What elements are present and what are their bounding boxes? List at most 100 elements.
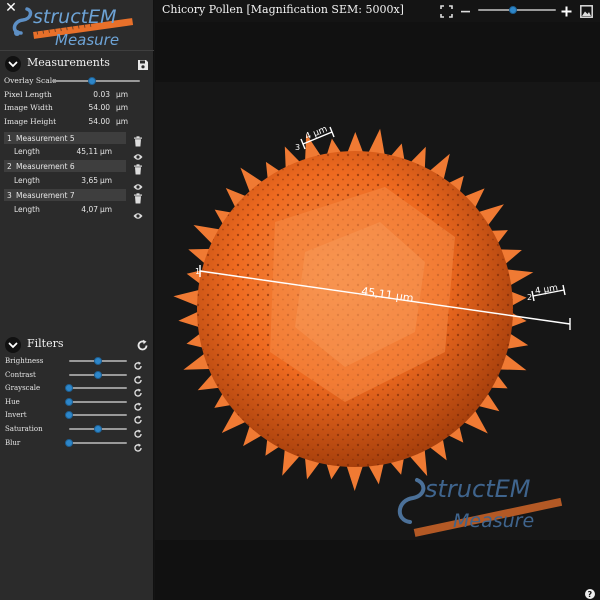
reset-filter-button[interactable] xyxy=(133,438,143,457)
image-button[interactable] xyxy=(580,3,593,22)
zoom-thumb[interactable] xyxy=(509,6,518,14)
watermark-top-text: structEM xyxy=(425,475,531,503)
length-value: 3,65 xyxy=(81,176,98,185)
length-value: 4,07 xyxy=(81,205,98,214)
measurement-top-index: 3 xyxy=(295,143,300,152)
length-unit: µm xyxy=(100,205,113,214)
save-icon xyxy=(138,60,148,70)
minus-icon xyxy=(461,10,470,13)
filter-slider-thumb[interactable] xyxy=(65,411,73,420)
filters-header: Filters xyxy=(0,334,154,356)
plus-icon xyxy=(561,6,572,17)
logo-bottom-text: Measure xyxy=(55,31,119,49)
filter-label: Contrast xyxy=(5,370,36,379)
filter-label: Brightness xyxy=(5,357,44,365)
measurements-title: Measurements xyxy=(27,56,110,69)
filter-slider-thumb[interactable] xyxy=(94,357,102,365)
filter-slider-thumb[interactable] xyxy=(65,397,73,406)
refresh-icon xyxy=(137,339,148,351)
filter-slider-thumb[interactable] xyxy=(94,370,102,379)
measurement-top-label: 4 µm xyxy=(304,124,329,142)
fullscreen-button[interactable] xyxy=(440,3,453,22)
filter-label: Grayscale xyxy=(5,384,41,393)
eye-icon xyxy=(133,213,143,219)
filter-label: Hue xyxy=(5,397,20,406)
fullscreen-icon xyxy=(440,5,453,18)
image-title: Chicory Pollen [Magnification SEM: 5000x… xyxy=(162,3,404,16)
image-width-row: Image Width 54.00 µm xyxy=(4,102,150,115)
filter-slider[interactable] xyxy=(65,409,127,421)
length-unit: µm xyxy=(100,176,113,185)
image-icon xyxy=(580,5,593,18)
measurement-name: Measurement 7 xyxy=(16,191,75,200)
measurement-item[interactable]: 1 Measurement 5 xyxy=(4,132,126,144)
filter-slider[interactable] xyxy=(65,382,127,394)
pixel-length-unit: µm xyxy=(116,90,129,99)
close-button[interactable]: ✕ xyxy=(4,1,18,15)
image-height-unit: µm xyxy=(116,117,129,126)
zoom-out-button[interactable] xyxy=(459,3,472,22)
reset-filters-button[interactable] xyxy=(136,337,149,356)
logo-top-text: structEM xyxy=(33,6,117,28)
filter-slider[interactable] xyxy=(65,437,127,449)
measurement-main-index: 1 xyxy=(195,267,200,276)
measurements-header: Measurements xyxy=(0,53,154,75)
pixel-length-row: Pixel Length 0.03 µm xyxy=(4,89,150,102)
measurement-item[interactable]: 2 Measurement 6 xyxy=(4,160,126,172)
image-viewer[interactable]: 1 45,11 µm 3 4 µm 2 4 µm structEM Measur… xyxy=(155,22,600,600)
watermark-bottom-text: Measure xyxy=(453,510,534,532)
app-logo: structEM Measure ✕ xyxy=(0,0,154,50)
pollen-image: 1 45,11 µm 3 4 µm 2 4 µm structEM Measur… xyxy=(173,124,571,537)
image-width-unit: µm xyxy=(116,103,129,112)
chevron-down-icon xyxy=(8,342,18,349)
filter-slider-thumb[interactable] xyxy=(94,425,102,433)
svg-text:?: ? xyxy=(588,590,593,599)
filter-slider[interactable] xyxy=(65,396,127,408)
collapse-measurements-button[interactable] xyxy=(5,56,21,72)
image-height-label: Image Height xyxy=(4,117,57,126)
filter-label: Invert xyxy=(5,411,27,420)
divider xyxy=(0,50,154,51)
help-button[interactable]: ? xyxy=(560,588,595,599)
image-width-value: 54.00 xyxy=(88,103,110,112)
filters-title: Filters xyxy=(27,337,64,350)
image-height-row: Image Height 54.00 µm xyxy=(4,116,150,129)
chevron-down-icon xyxy=(8,61,18,68)
pixel-length-label: Pixel Length xyxy=(4,90,52,99)
filter-label: Blur xyxy=(5,438,21,447)
measurement-item[interactable]: 3 Measurement 7 xyxy=(4,189,126,201)
measurement-length-row: Length 4,07 µm xyxy=(14,203,146,215)
zoom-in-button[interactable] xyxy=(560,3,573,22)
overlay-scale-label: Overlay Scale xyxy=(4,76,57,85)
filter-slider-thumb[interactable] xyxy=(65,438,73,447)
length-label: Length xyxy=(14,147,40,156)
collapse-filters-button[interactable] xyxy=(5,337,21,353)
filter-slider[interactable] xyxy=(69,369,127,381)
length-label: Length xyxy=(14,205,40,214)
filter-label: Saturation xyxy=(5,425,43,433)
measurement-length-row: Length 3,65 µm xyxy=(14,174,146,186)
top-bar: Chicory Pollen [Magnification SEM: 5000x… xyxy=(155,0,600,22)
image-height-value: 54.00 xyxy=(88,117,110,126)
measurement-length-row: Length 45,11 µm xyxy=(14,145,146,157)
zoom-slider[interactable] xyxy=(478,4,556,16)
filter-slider-thumb[interactable] xyxy=(65,384,73,393)
measurement-name: Measurement 6 xyxy=(16,162,75,171)
overlay-scale-thumb[interactable] xyxy=(87,77,96,85)
overlay-scale-slider[interactable] xyxy=(52,75,140,87)
toggle-visibility-button[interactable] xyxy=(133,205,143,224)
length-label: Length xyxy=(14,176,40,185)
measurement-right-label: 4 µm xyxy=(534,283,558,297)
save-button[interactable] xyxy=(137,56,149,75)
filter-slider[interactable] xyxy=(69,355,127,367)
length-unit: µm xyxy=(100,147,113,156)
measurement-name: Measurement 5 xyxy=(16,134,75,143)
measurement-index: 3 xyxy=(7,191,12,200)
pixel-length-value: 0.03 xyxy=(93,90,110,99)
filter-slider[interactable] xyxy=(69,423,127,435)
measurement-index: 2 xyxy=(7,162,12,171)
measurement-right-index: 2 xyxy=(527,293,532,302)
watermark: structEM Measure xyxy=(397,475,563,537)
image-width-label: Image Width xyxy=(4,103,53,112)
refresh-icon xyxy=(134,443,142,452)
